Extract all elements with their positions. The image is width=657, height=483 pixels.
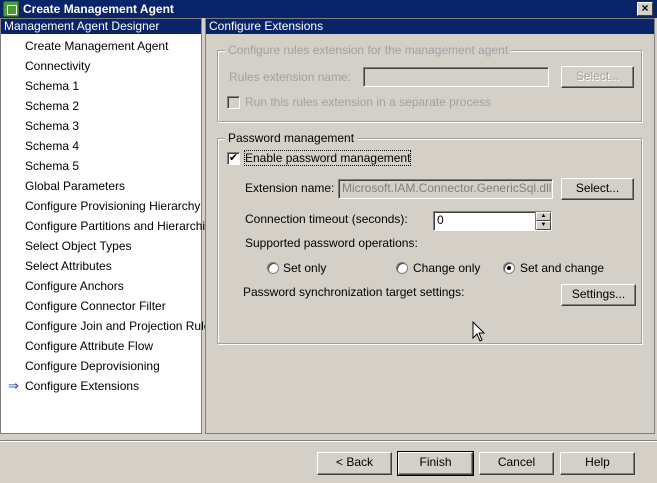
extension-name-field[interactable]: Microsoft.IAM.Connector.GenericSql.dll — [338, 179, 553, 199]
enable-password-management-checkbox[interactable]: ✔ — [227, 152, 240, 165]
radio-set-only-label: Set only — [283, 261, 327, 275]
connection-timeout-label: Connection timeout (seconds): — [245, 212, 408, 226]
sidebar-item-select-attributes[interactable]: Select Attributes — [1, 258, 201, 278]
run-separate-process-label: Run this rules extension in a separate p… — [245, 95, 492, 109]
sidebar-header: Management Agent Designer — [1, 19, 201, 34]
radio-set-only[interactable] — [267, 262, 279, 274]
sidebar-item-schema-2[interactable]: Schema 2 — [1, 98, 201, 118]
sidebar-item-configure-anchors[interactable]: Configure Anchors — [1, 278, 201, 298]
sidebar-nav: Create Management Agent Connectivity Sch… — [1, 34, 218, 398]
sidebar-item-connector-filter[interactable]: Configure Connector Filter — [1, 298, 201, 318]
timeout-spinner[interactable]: ▲ ▼ — [535, 212, 551, 230]
password-management-legend: Password management — [225, 131, 358, 145]
sidebar-item-label: Configure Extensions — [25, 379, 140, 393]
extension-name-label: Extension name: — [245, 181, 335, 195]
extension-select-button[interactable]: Select... — [561, 178, 634, 200]
rules-extension-select-button[interactable]: Select... — [561, 66, 634, 88]
sidebar-item-deprovisioning[interactable]: Configure Deprovisioning — [1, 358, 201, 378]
spin-down-icon[interactable]: ▼ — [536, 221, 551, 230]
run-separate-process-checkbox[interactable] — [227, 96, 240, 109]
radio-selected-dot — [507, 266, 511, 270]
password-management-group: Password management ✔ Enable password ma… — [217, 131, 642, 344]
app-icon — [3, 1, 19, 17]
spin-up-icon[interactable]: ▲ — [536, 212, 551, 221]
sidebar-item-join-projection-rules[interactable]: Configure Join and Projection Rules — [1, 318, 216, 338]
title-bar: Create Management Agent × — [0, 0, 657, 18]
footer-separator — [0, 440, 657, 442]
settings-button[interactable]: Settings... — [561, 284, 636, 306]
radio-set-and-change-label: Set and change — [520, 261, 605, 275]
rules-extension-name-field[interactable] — [363, 67, 549, 87]
rules-extension-legend: Configure rules extension for the manage… — [225, 43, 512, 57]
sidebar-item-schema-5[interactable]: Schema 5 — [1, 158, 201, 178]
radio-set-and-change[interactable] — [503, 262, 515, 274]
main-panel: Configure Extensions Configure rules ext… — [205, 18, 655, 434]
main-header: Configure Extensions — [206, 19, 654, 34]
finish-button[interactable]: Finish — [397, 451, 474, 476]
sidebar-item-configure-extensions[interactable]: ⇒ Configure Extensions — [1, 378, 201, 398]
radio-change-only[interactable] — [396, 262, 408, 274]
window-title: Create Management Agent — [23, 2, 174, 16]
sidebar-item-create-management-agent[interactable]: Create Management Agent — [1, 38, 201, 58]
radio-change-only-label: Change only — [413, 261, 481, 275]
sidebar-item-schema-4[interactable]: Schema 4 — [1, 138, 201, 158]
sidebar-item-schema-3[interactable]: Schema 3 — [1, 118, 201, 138]
sidebar-item-connectivity[interactable]: Connectivity — [1, 58, 201, 78]
sidebar-item-select-object-types[interactable]: Select Object Types — [1, 238, 201, 258]
sidebar-item-global-parameters[interactable]: Global Parameters — [1, 178, 201, 198]
sidebar-item-attribute-flow[interactable]: Configure Attribute Flow — [1, 338, 201, 358]
sidebar-item-schema-1[interactable]: Schema 1 — [1, 78, 201, 98]
sidebar: Management Agent Designer Create Managem… — [0, 18, 218, 434]
mouse-cursor-icon — [472, 321, 486, 342]
sidebar-item-provisioning-hierarchy[interactable]: Configure Provisioning Hierarchy — [1, 198, 201, 218]
rules-extension-group: Configure rules extension for the manage… — [217, 43, 642, 122]
current-step-arrow-icon: ⇒ — [8, 378, 19, 393]
enable-password-management-label[interactable]: Enable password management — [243, 150, 412, 166]
sync-target-settings-label: Password synchronization target settings… — [243, 285, 465, 299]
rules-extension-name-label: Rules extension name: — [229, 70, 352, 84]
close-button[interactable]: × — [637, 2, 653, 16]
supported-operations-label: Supported password operations: — [245, 236, 418, 250]
cancel-button[interactable]: Cancel — [479, 452, 554, 475]
sidebar-item-partitions-hierarchies[interactable]: Configure Partitions and Hierarchies — [1, 218, 218, 238]
back-button[interactable]: < Back — [317, 452, 392, 475]
help-button[interactable]: Help — [560, 452, 635, 475]
